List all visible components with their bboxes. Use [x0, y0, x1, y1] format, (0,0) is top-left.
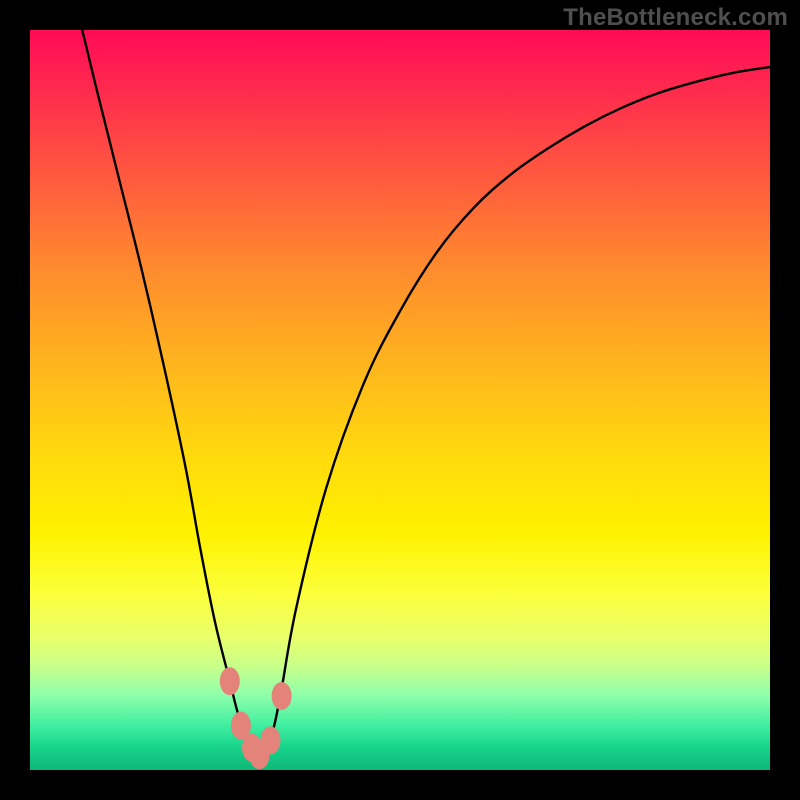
watermark-text: TheBottleneck.com — [563, 4, 788, 32]
curve-marker — [272, 682, 292, 710]
chart-frame: TheBottleneck.com — [0, 0, 800, 800]
bottleneck-curve — [52, 30, 770, 755]
curve-svg — [30, 30, 770, 770]
plot-area — [30, 30, 770, 770]
curve-marker — [261, 726, 281, 754]
curve-marker — [220, 667, 240, 695]
curve-markers — [220, 667, 292, 769]
